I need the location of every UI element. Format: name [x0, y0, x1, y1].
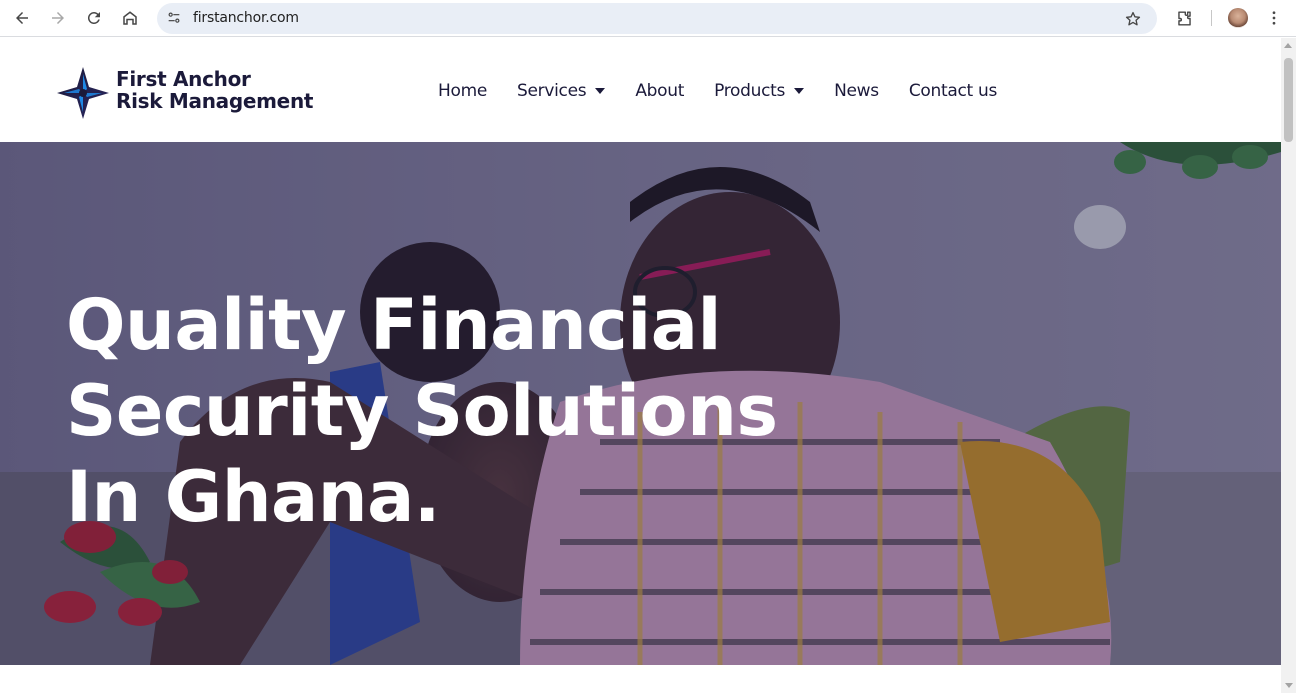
caret-down-icon	[595, 88, 606, 94]
nav-home[interactable]: Home	[438, 81, 487, 101]
main-nav: Home Services About Products News Contac…	[438, 81, 1027, 101]
scroll-thumb[interactable]	[1284, 58, 1293, 142]
more-menu-icon[interactable]	[1261, 5, 1287, 31]
hero-title-line-2: Security Solutions	[66, 370, 778, 452]
home-icon[interactable]	[117, 5, 143, 31]
nav-news[interactable]: News	[834, 81, 879, 101]
nav-services[interactable]: Services	[517, 81, 606, 101]
nav-about[interactable]: About	[635, 81, 684, 101]
hero-title-line-1: Quality Financial	[66, 284, 721, 366]
extensions-icon[interactable]	[1171, 5, 1197, 31]
anchor-cross-icon	[57, 67, 109, 119]
hero-title: Quality Financial Security Solutions In …	[66, 282, 778, 540]
hero-title-line-3: In Ghana.	[66, 456, 440, 538]
browser-toolbar: firstanchor.com	[0, 0, 1296, 37]
url-text[interactable]: firstanchor.com	[193, 10, 299, 26]
caret-down-icon	[794, 88, 805, 94]
reload-icon[interactable]	[81, 5, 107, 31]
page-scrollbar[interactable]	[1281, 38, 1296, 693]
site-logo[interactable]: First Anchor Risk Management	[56, 66, 316, 120]
scroll-down-arrow[interactable]	[1285, 683, 1293, 688]
site-header: First Anchor Risk Management Home Servic…	[0, 38, 1281, 142]
scroll-up-arrow[interactable]	[1284, 43, 1292, 48]
address-bar[interactable]: firstanchor.com	[157, 3, 1157, 34]
profile-avatar[interactable]	[1228, 8, 1248, 28]
forward-icon[interactable]	[45, 5, 71, 31]
logo-line-1: First Anchor	[116, 67, 251, 91]
hero-banner: Quality Financial Security Solutions In …	[0, 142, 1281, 665]
back-icon[interactable]	[9, 5, 35, 31]
logo-line-2: Risk Management	[116, 89, 314, 113]
nav-contact[interactable]: Contact us	[909, 81, 997, 101]
toolbar-divider	[1211, 10, 1212, 26]
site-info-icon[interactable]	[165, 9, 183, 27]
bookmark-star-icon[interactable]	[1123, 9, 1143, 29]
nav-products[interactable]: Products	[714, 81, 805, 101]
